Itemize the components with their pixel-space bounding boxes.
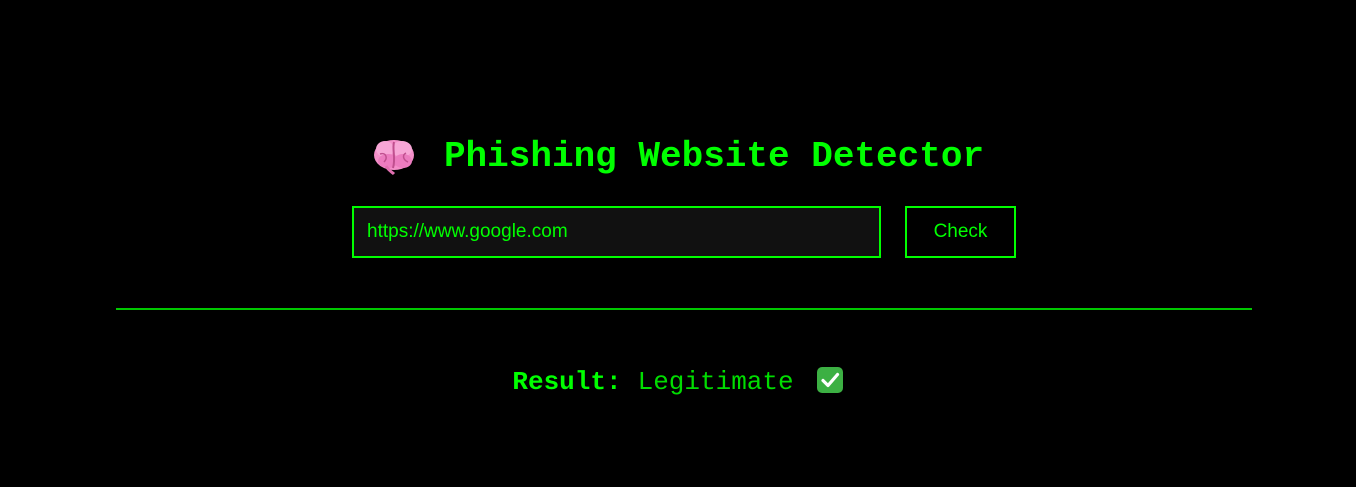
page: Phishing Website Detector Check Result: … (0, 0, 1356, 487)
check-mark-icon (816, 366, 844, 394)
title-row: Phishing Website Detector (0, 130, 1356, 182)
result-row: Result: Legitimate (0, 362, 1356, 402)
url-input[interactable] (352, 206, 881, 258)
page-title: Phishing Website Detector (443, 135, 985, 177)
divider (116, 308, 1252, 310)
brain-icon (372, 136, 416, 176)
result-label: Result: (512, 367, 622, 397)
check-button[interactable]: Check (905, 206, 1016, 258)
result-value: Legitimate (637, 367, 794, 397)
